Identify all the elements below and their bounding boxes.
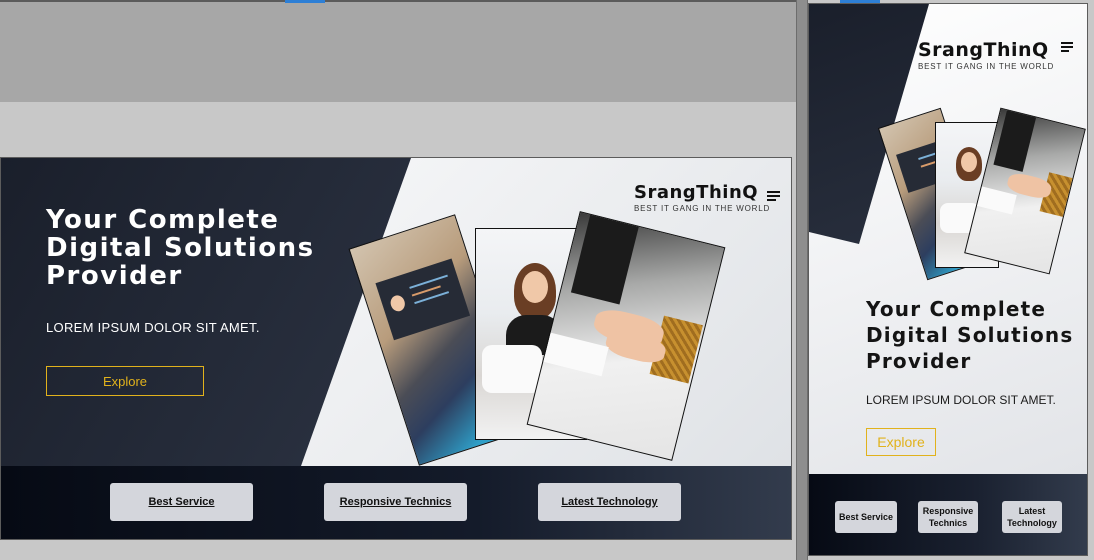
hamburger-menu-icon[interactable]: [767, 191, 780, 201]
mobile-explore-button[interactable]: Explore: [866, 428, 936, 456]
editor-bottom-gutter: [0, 540, 796, 560]
editor-right-gutter: [1088, 0, 1094, 560]
mobile-hero-section: SrangThinQ BEST IT GANG IN THE WORLD You…: [809, 4, 1087, 474]
mobile-brand-name: SrangThinQ: [918, 39, 1049, 61]
mobile-hero-subtitle: LOREM IPSUM DOLOR SIT AMET.: [866, 393, 1056, 407]
mobile-brand-tagline: BEST IT GANG IN THE WORLD: [918, 62, 1055, 71]
pane-divider[interactable]: [796, 0, 808, 560]
active-tab-indicator: [285, 0, 325, 3]
desktop-preview: Your Complete Digital Solutions Provider…: [0, 157, 792, 540]
mobile-hero-title: Your Complete Digital Solutions Provider: [866, 297, 1074, 373]
editor-top-bar: [0, 0, 796, 102]
mobile-feature-latest-technology[interactable]: Latest Technology: [1002, 501, 1062, 533]
hero-section: Your Complete Digital Solutions Provider…: [1, 158, 791, 466]
feature-responsive-technics[interactable]: Responsive Technics: [324, 483, 467, 521]
mobile-feature-responsive-technics[interactable]: Responsive Technics: [918, 501, 978, 533]
hero-title: Your Complete Digital Solutions Provider: [46, 205, 315, 291]
feature-best-service[interactable]: Best Service: [110, 483, 253, 521]
brand-name: SrangThinQ: [634, 182, 759, 203]
hero-subtitle: LOREM IPSUM DOLOR SIT AMET.: [46, 320, 260, 335]
explore-button[interactable]: Explore: [46, 366, 204, 396]
brand-logo[interactable]: SrangThinQ BEST IT GANG IN THE WORLD: [634, 182, 770, 213]
mobile-hamburger-menu-icon[interactable]: [1061, 42, 1073, 52]
feature-latest-technology[interactable]: Latest Technology: [538, 483, 681, 521]
mobile-preview: SrangThinQ BEST IT GANG IN THE WORLD You…: [808, 3, 1088, 556]
mobile-feature-best-service[interactable]: Best Service: [835, 501, 897, 533]
mobile-feature-strip: Best Service Responsive Technics Latest …: [809, 474, 1087, 555]
mobile-brand-logo[interactable]: SrangThinQ BEST IT GANG IN THE WORLD: [918, 39, 1054, 71]
feature-strip: Best Service Responsive Technics Latest …: [1, 466, 791, 539]
brand-tagline: BEST IT GANG IN THE WORLD: [634, 204, 771, 213]
